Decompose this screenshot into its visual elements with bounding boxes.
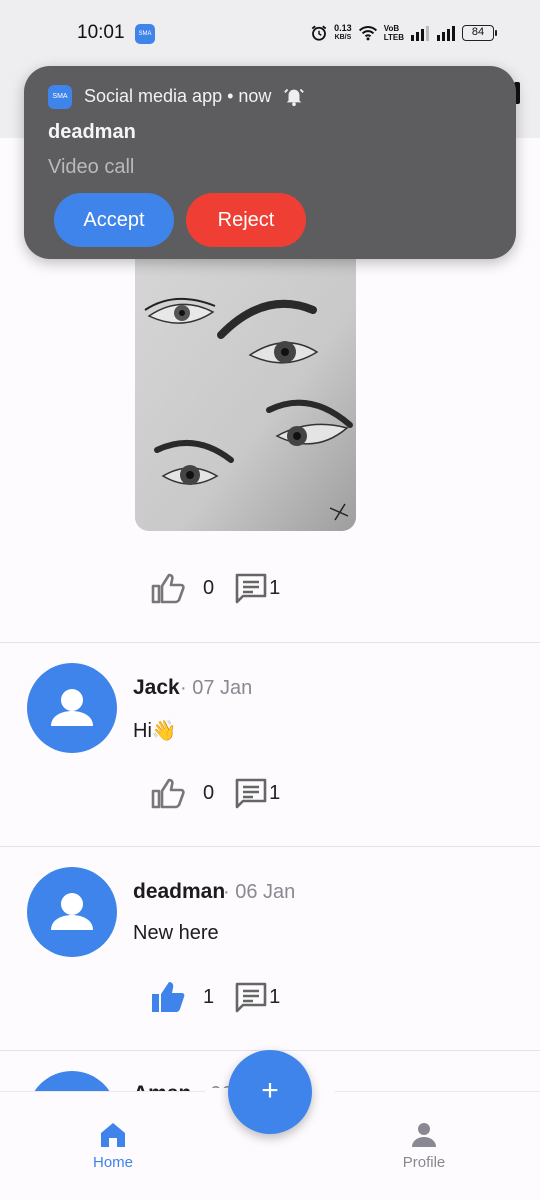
comment-icon[interactable]	[234, 980, 268, 1014]
nav-home[interactable]: Home	[68, 1120, 158, 1171]
post-date: · 07 Jan	[180, 677, 253, 699]
eyes-sketch-image	[135, 250, 356, 531]
post-author[interactable]: deadman	[133, 880, 225, 904]
thumbs-up-icon[interactable]	[150, 775, 186, 811]
network-speed-unit: KB/S	[334, 34, 352, 41]
post-text: Hi👋	[133, 720, 177, 742]
post-actions: 1 1	[150, 979, 280, 1015]
nav-profile[interactable]: Profile	[379, 1120, 469, 1171]
comment-count: 1	[269, 985, 281, 1008]
bell-icon	[284, 88, 304, 107]
app-icon: SMA	[48, 85, 72, 109]
reject-button[interactable]: Reject	[186, 193, 306, 247]
volte-line1: VoB	[383, 24, 400, 33]
volte-indicator: VoB LTEB	[384, 24, 404, 42]
like-count: 0	[203, 781, 215, 804]
thumbs-up-icon[interactable]	[150, 570, 186, 606]
post-image[interactable]	[135, 250, 356, 531]
status-time: 10:01	[77, 22, 125, 43]
accept-button[interactable]: Accept	[54, 193, 174, 247]
avatar[interactable]	[27, 663, 117, 753]
screen: 10:01 SMA 0.13 KB/S VoB LTEB 84 0 1 Jack…	[0, 0, 540, 1200]
post-author[interactable]: Jack	[133, 676, 180, 700]
app-notification-icon: SMA	[135, 24, 155, 44]
wifi-icon	[358, 26, 377, 41]
nav-profile-label: Profile	[402, 1154, 446, 1171]
home-icon	[101, 1123, 125, 1147]
notification-title: deadman	[48, 121, 136, 143]
battery-indicator: 84	[462, 25, 497, 41]
comment-count: 1	[269, 781, 281, 804]
status-bar: 10:01 SMA 0.13 KB/S VoB LTEB 84	[0, 0, 540, 68]
notification-body: Video call	[48, 156, 135, 178]
alarm-icon	[311, 25, 327, 41]
post-divider	[0, 846, 540, 847]
person-icon	[412, 1123, 436, 1147]
nav-home-label: Home	[92, 1154, 133, 1171]
avatar[interactable]	[27, 867, 117, 957]
post-actions: 0 1	[150, 570, 280, 606]
signal-icon	[411, 26, 429, 41]
post-text: New here	[133, 922, 219, 944]
status-icons: 0.13 KB/S VoB LTEB 84	[310, 24, 497, 42]
like-count: 0	[203, 576, 215, 599]
network-speed-value: 0.13	[334, 23, 352, 33]
create-post-button[interactable]: +	[228, 1050, 312, 1134]
notification-app-line: Social media app • now	[84, 86, 272, 106]
like-count: 1	[203, 985, 215, 1008]
volte-line2: LTEB	[383, 33, 404, 42]
comment-icon[interactable]	[234, 776, 268, 810]
thumbs-up-filled-icon[interactable]	[150, 979, 186, 1015]
post-divider	[0, 642, 540, 643]
network-speed: 0.13 KB/S	[334, 24, 352, 42]
person-icon	[51, 689, 93, 726]
person-icon	[51, 893, 93, 930]
signal-icon	[437, 26, 455, 41]
post-date: · 06 Jan	[223, 881, 296, 903]
post-actions: 0 1	[150, 775, 280, 811]
comment-icon[interactable]	[234, 571, 268, 605]
comment-count: 1	[269, 576, 281, 599]
